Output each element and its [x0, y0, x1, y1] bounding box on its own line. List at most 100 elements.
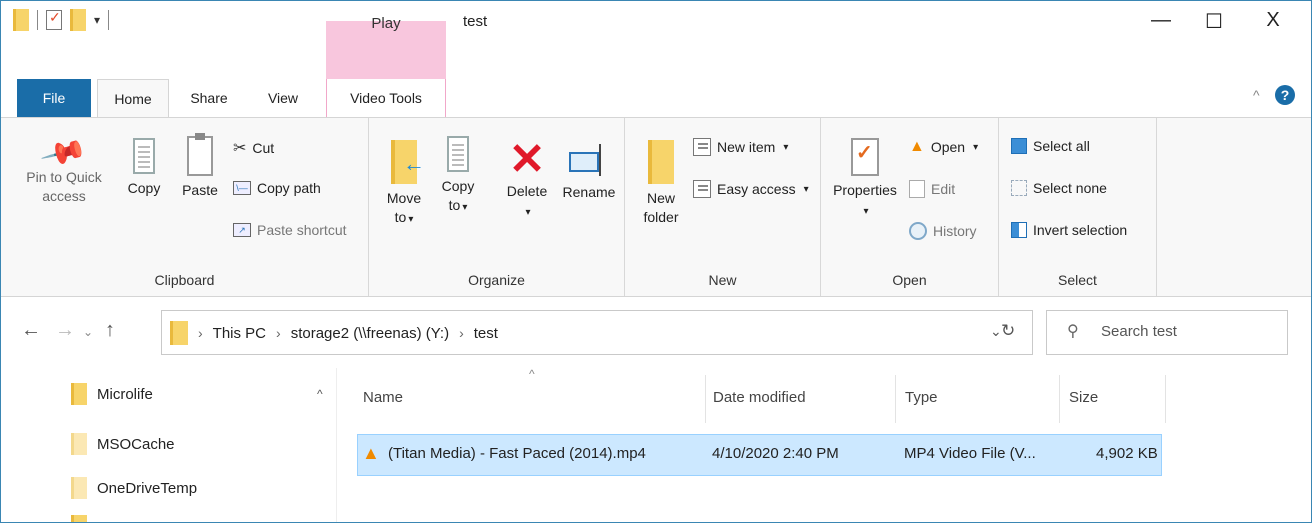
folder-icon: [71, 515, 87, 522]
column-header-type[interactable]: Type: [905, 389, 938, 406]
easy-access-button[interactable]: Easy access ▾: [693, 180, 809, 198]
tab-share[interactable]: Share: [179, 79, 239, 117]
tab-video-tools[interactable]: Video Tools: [326, 79, 446, 117]
pin-to-quick-access-button[interactable]: 📌 Pin to Quick access: [19, 130, 109, 206]
column-divider[interactable]: [895, 375, 896, 423]
select-all-button[interactable]: Select all: [1011, 138, 1090, 154]
chevron-right-icon[interactable]: ›: [276, 325, 281, 341]
scissors-icon: ✂: [233, 140, 247, 157]
nav-item-msocache[interactable]: MSOCache: [71, 433, 175, 455]
folder-icon: [170, 321, 188, 345]
copy-button[interactable]: Copy: [119, 138, 169, 198]
refresh-icon[interactable]: ↻: [1001, 321, 1015, 341]
close-button[interactable]: X: [1253, 9, 1293, 32]
folder-icon: [71, 383, 87, 405]
file-type: MP4 Video File (V...: [904, 445, 1036, 462]
open-button[interactable]: ▲ Open ▾: [909, 138, 978, 156]
copy-path-button[interactable]: \— Copy path: [233, 180, 321, 196]
context-tab-group-label: Play: [371, 15, 401, 32]
context-tab-band: [326, 45, 446, 79]
paste-icon: [187, 133, 213, 176]
nav-item-label: MSOCache: [97, 435, 175, 453]
paste-button[interactable]: Paste: [175, 133, 225, 200]
select-none-label: Select none: [1033, 180, 1107, 196]
chevron-right-icon[interactable]: ›: [198, 325, 203, 341]
properties-button[interactable]: Properties ▾: [827, 138, 903, 221]
paste-shortcut-button[interactable]: ↗ Paste shortcut: [233, 222, 347, 238]
help-icon[interactable]: ?: [1275, 85, 1295, 105]
address-bar[interactable]: › This PC › storage2 (\\freenas) (Y:) › …: [161, 310, 1033, 355]
column-header-size[interactable]: Size: [1069, 389, 1098, 406]
new-item-button[interactable]: New item ▾: [693, 138, 788, 156]
tab-view[interactable]: View: [253, 79, 313, 117]
select-group: Select all Select none Invert selection …: [999, 118, 1157, 296]
delete-icon: ✕: [508, 135, 546, 184]
cut-button[interactable]: ✂ Cut: [233, 138, 274, 158]
select-all-label: Select all: [1033, 138, 1090, 154]
rename-icon: [569, 142, 609, 178]
edit-button[interactable]: Edit: [909, 180, 955, 198]
move-to-icon: ←: [391, 140, 425, 184]
invert-selection-button[interactable]: Invert selection: [1011, 222, 1127, 238]
properties-icon[interactable]: [46, 9, 62, 30]
new-folder-icon[interactable]: [70, 9, 86, 31]
chevron-right-icon[interactable]: ›: [459, 325, 464, 341]
copy-to-label-line1: Copy: [441, 178, 475, 194]
breadcrumb-test[interactable]: test: [474, 325, 498, 342]
group-label-new: New: [708, 272, 737, 288]
history-button[interactable]: History: [909, 222, 977, 240]
select-none-button[interactable]: Select none: [1011, 180, 1107, 196]
invert-selection-label: Invert selection: [1033, 222, 1128, 238]
up-arrow-icon[interactable]: ↑: [105, 319, 115, 342]
breadcrumb-storage2[interactable]: storage2 (\\freenas) (Y:): [291, 325, 449, 342]
scroll-up-icon[interactable]: ^: [317, 387, 323, 401]
nav-item-label: Microlife: [97, 385, 153, 403]
search-input[interactable]: ⚲ Search test: [1046, 310, 1288, 355]
minimize-button[interactable]: —: [1141, 9, 1181, 32]
ribbon: 📌 Pin to Quick access Copy Paste ✂ Cut \…: [1, 117, 1311, 297]
breadcrumb-this-pc[interactable]: This PC: [213, 325, 266, 342]
column-divider[interactable]: [705, 375, 706, 423]
divider: [37, 10, 38, 30]
new-folder-button[interactable]: New folder: [633, 140, 689, 227]
group-label-clipboard: Clipboard: [154, 272, 215, 288]
maximize-button[interactable]: ☐: [1194, 9, 1234, 34]
properties-label: Properties: [833, 182, 897, 198]
forward-arrow-icon[interactable]: →: [55, 319, 75, 342]
copy-icon: [133, 138, 155, 174]
properties-icon: [851, 138, 879, 176]
move-to-button[interactable]: ← Move to ▾: [379, 140, 429, 229]
column-divider[interactable]: [1165, 375, 1166, 423]
recent-locations-icon[interactable]: ⌄: [83, 325, 93, 339]
table-row[interactable]: ▲ (Titan Media) - Fast Paced (2014).mp4 …: [357, 434, 1162, 476]
rename-button[interactable]: Rename: [559, 142, 619, 202]
delete-button[interactable]: ✕ Delete ▾: [499, 138, 555, 222]
paste-label: Paste: [182, 182, 218, 198]
nav-item-onedrivetemp[interactable]: OneDriveTemp: [71, 477, 197, 499]
breadcrumb: › This PC › storage2 (\\freenas) (Y:) › …: [170, 321, 498, 345]
column-header-date-modified[interactable]: Date modified: [713, 389, 806, 406]
edit-label: Edit: [931, 181, 956, 197]
organize-group: ← Move to ▾ Copy to ▾ ✕ Delete ▾ Rename Or…: [369, 118, 625, 296]
group-label-open: Open: [892, 272, 927, 288]
chevron-down-icon[interactable]: ⌄: [990, 323, 1002, 340]
sort-ascending-icon: ^: [529, 367, 535, 381]
window-title: test: [463, 13, 488, 30]
column-divider[interactable]: [1059, 375, 1060, 423]
new-group: New folder New item ▾ Easy access ▾ New: [625, 118, 821, 296]
vlc-cone-icon: ▲: [909, 138, 925, 155]
copy-to-button[interactable]: Copy to ▾: [433, 136, 483, 217]
vlc-cone-icon: ▲: [362, 443, 380, 463]
copy-to-label-line2: to: [448, 197, 461, 213]
select-none-icon: [1011, 180, 1027, 196]
file-size: 4,902 KB: [1096, 445, 1158, 462]
back-arrow-icon[interactable]: ←: [21, 319, 41, 342]
customize-qat-icon[interactable]: ▾: [94, 13, 100, 27]
collapse-ribbon-icon[interactable]: ^: [1253, 87, 1260, 103]
tab-home[interactable]: Home: [97, 79, 169, 119]
column-header-name[interactable]: Name: [363, 389, 403, 406]
open-group: Properties ▾ ▲ Open▾ Edit History Open: [821, 118, 999, 296]
group-label-select: Select: [1058, 272, 1097, 288]
tab-file[interactable]: File: [17, 79, 91, 117]
nav-item-microlife[interactable]: Microlife: [71, 383, 153, 405]
